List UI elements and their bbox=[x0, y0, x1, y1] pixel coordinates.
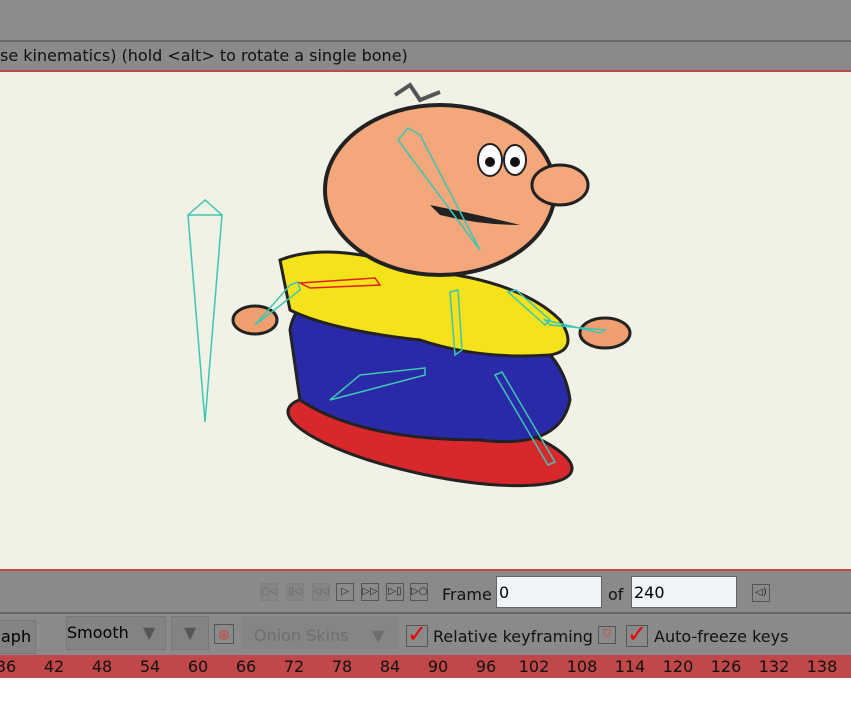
timeline-tick: 72 bbox=[283, 657, 305, 676]
previous-key-icon[interactable]: ▯◁ bbox=[286, 583, 304, 601]
character-drawing[interactable] bbox=[0, 72, 851, 569]
timeline-tick: 54 bbox=[139, 657, 161, 676]
timeline-tick: 48 bbox=[91, 657, 113, 676]
secondary-dropdown[interactable]: ▼ bbox=[171, 616, 209, 650]
timeline-tick: 42 bbox=[43, 657, 65, 676]
status-bar: se kinematics) (hold <alt> to rotate a s… bbox=[0, 42, 851, 72]
relative-keyframing-label: Relative keyframing bbox=[433, 627, 593, 646]
timeline-tick: 138 bbox=[806, 657, 838, 676]
toolbar: aph Smooth ▼ ▼ ◎ Onion Skins ▼ ✓ Relative … bbox=[0, 614, 851, 655]
timeline-tick: 84 bbox=[379, 657, 401, 676]
timeline-tick: 132 bbox=[758, 657, 790, 676]
canvas[interactable] bbox=[0, 72, 851, 571]
step-back-icon[interactable]: ◁◁ bbox=[312, 583, 330, 601]
left-hand bbox=[231, 304, 279, 336]
chevron-down-icon: ▼ bbox=[143, 623, 156, 642]
graph-button[interactable]: aph bbox=[0, 620, 36, 654]
timeline-tick: 66 bbox=[235, 657, 257, 676]
interpolation-dropdown[interactable]: Smooth ▼ bbox=[66, 616, 166, 650]
timeline-tick: 102 bbox=[518, 657, 550, 676]
head bbox=[323, 103, 557, 277]
chevron-down-icon: ▼ bbox=[183, 623, 197, 642]
hair bbox=[393, 82, 441, 103]
timeline-tick: 78 bbox=[331, 657, 353, 676]
total-frames-input[interactable]: 240 bbox=[631, 576, 737, 608]
timeline-tick: 108 bbox=[566, 657, 598, 676]
auto-freeze-checkbox[interactable]: ✓ bbox=[626, 622, 648, 647]
onion-skins-label: Onion Skins bbox=[254, 626, 349, 645]
status-text: se kinematics) (hold <alt> to rotate a s… bbox=[0, 46, 408, 65]
right-hand bbox=[578, 316, 632, 350]
timeline-tick: 90 bbox=[427, 657, 449, 676]
next-key-button[interactable]: ▷▯ bbox=[386, 583, 404, 601]
auto-freeze-label: Auto-freeze keys bbox=[654, 627, 789, 646]
chevron-down-icon: ▼ bbox=[372, 626, 385, 645]
timeline-tick: 120 bbox=[662, 657, 694, 676]
sound-icon[interactable]: ◁) bbox=[752, 584, 770, 602]
bone-root bbox=[187, 198, 223, 423]
timeline-tick: 36 bbox=[0, 657, 17, 676]
go-to-end-button[interactable]: ▷○ bbox=[410, 583, 428, 601]
frame-label: Frame bbox=[442, 585, 492, 604]
timeline-tick: 60 bbox=[187, 657, 209, 676]
shield-icon[interactable]: ⛉ bbox=[598, 626, 616, 644]
timeline-ruler[interactable]: 36 42 48 54 60 66 72 78 84 90 96 102 108… bbox=[0, 655, 851, 678]
relative-keyframing-checkbox[interactable]: ✓ bbox=[406, 622, 428, 647]
interpolation-value: Smooth bbox=[67, 623, 129, 642]
onion-skins-dropdown[interactable]: Onion Skins ▼ bbox=[241, 616, 399, 650]
of-label: of bbox=[608, 585, 624, 604]
step-forward-button[interactable]: ▷▷ bbox=[361, 583, 379, 601]
timeline-tick: 114 bbox=[614, 657, 646, 676]
play-button[interactable]: ▷ bbox=[336, 583, 354, 601]
nose bbox=[530, 163, 590, 207]
rewind-icon[interactable]: ○◁ bbox=[260, 583, 278, 601]
top-bar bbox=[0, 0, 851, 42]
frame-input[interactable]: 0 bbox=[496, 576, 602, 608]
playback-bar: ○◁ ▯◁ ◁◁ ▷ ▷▷ ▷▯ ▷○ Frame 0 of 240 ◁) bbox=[0, 571, 851, 614]
timeline-tick: 126 bbox=[710, 657, 742, 676]
onion-skin-toggle-icon[interactable]: ◎ bbox=[214, 624, 234, 644]
timeline-tick: 96 bbox=[475, 657, 497, 676]
